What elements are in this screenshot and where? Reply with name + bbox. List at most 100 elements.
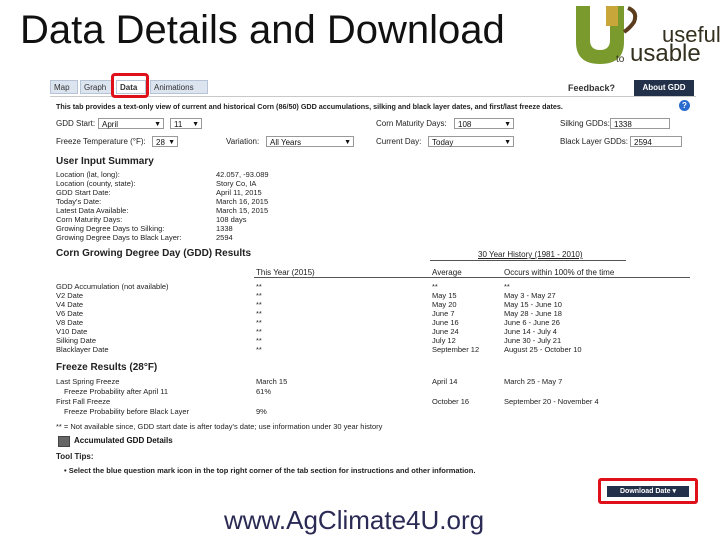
expand-checkbox[interactable]	[58, 436, 70, 447]
table-cell: May 3 - May 27	[504, 291, 556, 300]
download-date-button[interactable]: Download Date ▾	[607, 486, 689, 497]
current-day-select[interactable]: Today ▼	[428, 136, 514, 147]
table-cell: **	[256, 336, 262, 345]
corn-maturity-select[interactable]: 108 ▼	[454, 118, 514, 129]
chevron-down-icon: ▼	[192, 121, 199, 128]
history-rule	[430, 260, 626, 261]
variation-select[interactable]: All Years ▼	[266, 136, 354, 147]
black-layer-gdds-input[interactable]: 2594	[630, 136, 682, 147]
gdd-start-month-value: April	[102, 120, 119, 129]
chevron-down-icon: ▼	[344, 139, 351, 146]
silking-gdds-input[interactable]: 1338	[610, 118, 670, 129]
variation-label: Variation:	[226, 137, 260, 146]
table-cell: June 24	[432, 327, 459, 336]
chevron-down-icon: ▼	[154, 121, 161, 128]
u2u-logo: useful to usable	[572, 0, 720, 70]
table-cell: September 20 - November 4	[504, 397, 599, 406]
footer-url[interactable]: www.AgClimate4U.org	[224, 505, 484, 536]
current-day-value: Today	[432, 138, 454, 147]
tool-tip-text: Select the blue question mark icon in th…	[68, 466, 476, 475]
table-cell: **	[504, 282, 510, 291]
table-cell: June 16	[432, 318, 459, 327]
gdd-data-panel: Map Graph Data Animations Feedback? Abou…	[50, 73, 696, 478]
gdd-start-month-select[interactable]: April ▼	[98, 118, 164, 129]
summary-label: Location (lat, long):	[56, 170, 120, 179]
table-row-label: V10 Date	[56, 327, 88, 336]
tool-tip-item: • Select the blue question mark icon in …	[64, 466, 476, 475]
tab-bar: Map Graph Data Animations Feedback? Abou…	[50, 73, 696, 98]
summary-value: 2594	[216, 233, 233, 242]
table-row-label: Last Spring Freeze	[56, 377, 120, 386]
download-highlight: Download Date ▾	[598, 478, 698, 504]
table-cell: June 30 - July 21	[504, 336, 562, 345]
table-row-label: GDD Accumulation (not available)	[56, 282, 169, 291]
help-question-icon[interactable]: ?	[679, 100, 690, 111]
not-available-note: ** = Not available since, GDD start date…	[56, 422, 383, 431]
corn-maturity-label: Corn Maturity Days:	[376, 119, 447, 128]
table-row-label: V2 Date	[56, 291, 84, 300]
gdd-start-day-value: 11	[174, 120, 183, 129]
table-row-label: V4 Date	[56, 300, 84, 309]
intro-text: This tab provides a text-only view of cu…	[56, 102, 563, 111]
table-cell: 61%	[256, 387, 272, 396]
summary-label: Corn Maturity Days:	[56, 215, 123, 224]
slide-title: Data Details and Download	[20, 8, 505, 52]
summary-value: Story Co, IA	[216, 179, 257, 188]
table-cell: **	[432, 282, 438, 291]
summary-value: March 15, 2015	[216, 206, 269, 215]
variation-value: All Years	[270, 138, 302, 147]
corn-maturity-value: 108	[458, 120, 472, 129]
table-cell: October 16	[432, 397, 470, 406]
gdd-start-label: GDD Start:	[56, 119, 96, 128]
table-cell: **	[256, 291, 262, 300]
summary-label: Growing Degree Days to Black Layer:	[56, 233, 182, 242]
accumulated-gdd-label: Accumulated GDD Details	[74, 436, 173, 445]
table-cell: June 14 - July 4	[504, 327, 557, 336]
table-cell: June 6 - June 26	[504, 318, 560, 327]
history-header: 30 Year History (1981 - 2010)	[478, 250, 583, 259]
freeze-temp-select[interactable]: 28 ▼	[152, 136, 178, 147]
tab-map[interactable]: Map	[50, 80, 78, 94]
table-row-label: Freeze Probability before Black Layer	[64, 407, 190, 416]
table-cell: May 28 - June 18	[504, 309, 562, 318]
table-row-label: V8 Date	[56, 318, 84, 327]
table-cell: June 7	[432, 309, 455, 318]
freeze-temp-value: 28	[156, 138, 165, 147]
table-cell: March 15	[256, 377, 288, 386]
table-cell: August 25 - October 10	[504, 345, 582, 354]
feedback-link[interactable]: Feedback?	[568, 83, 615, 93]
table-cell: September 12	[432, 345, 480, 354]
summary-value: 1338	[216, 224, 233, 233]
summary-label: Today's Date:	[56, 197, 102, 206]
table-cell: **	[256, 318, 262, 327]
tab-graph[interactable]: Graph	[80, 80, 112, 94]
chevron-down-icon: ▼	[504, 121, 511, 128]
tool-tips-heading: Tool Tips:	[56, 452, 94, 461]
table-cell: **	[256, 327, 262, 336]
summary-value: 42.057, -93.089	[216, 170, 269, 179]
summary-value: 108 days	[216, 215, 247, 224]
summary-label: GDD Start Date:	[56, 188, 111, 197]
summary-label: Location (county, state):	[56, 179, 136, 188]
col-this-year: This Year (2015)	[256, 268, 315, 277]
summary-label: Growing Degree Days to Silking:	[56, 224, 165, 233]
freeze-results-heading: Freeze Results (28°F)	[56, 362, 158, 373]
current-day-label: Current Day:	[376, 137, 422, 146]
summary-value: April 11, 2015	[216, 188, 262, 197]
table-row-label: Freeze Probability after April 11	[64, 387, 169, 396]
table-cell: April 14	[432, 377, 458, 386]
table-row-label: V6 Date	[56, 309, 84, 318]
tab-animations[interactable]: Animations	[150, 80, 208, 94]
table-row-label: First Fall Freeze	[56, 397, 111, 406]
chevron-down-icon: ▼	[504, 139, 511, 146]
gdd-start-day-select[interactable]: 11 ▼	[170, 118, 202, 129]
col-average: Average	[432, 268, 462, 277]
about-gdd-button[interactable]: About GDD	[634, 80, 694, 96]
table-cell: **	[256, 300, 262, 309]
user-input-summary-heading: User Input Summary	[56, 156, 154, 167]
table-cell: March 25 - May 7	[504, 377, 563, 386]
summary-values: 42.057, -93.089 Story Co, IA April 11, 2…	[216, 170, 269, 242]
summary-labels: Location (lat, long): Location (county, …	[56, 170, 181, 242]
black-layer-gdds-label: Black Layer GDDs:	[560, 137, 629, 146]
table-cell: **	[256, 282, 262, 291]
